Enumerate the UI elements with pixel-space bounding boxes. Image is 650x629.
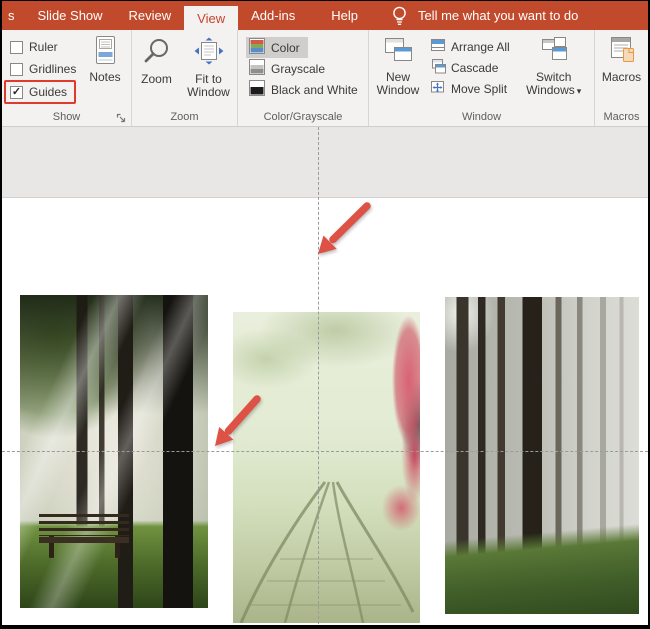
ribbon-view-tab-contents: Ruler Gridlines ✓ Guides Notes Show Zoom… — [2, 30, 648, 127]
new-window-button[interactable]: New Window — [374, 30, 422, 97]
guides-checkbox-box[interactable]: ✓ — [10, 85, 23, 99]
show-checkbox-column: Ruler Gridlines ✓ Guides — [4, 36, 77, 104]
black-and-white-icon — [249, 80, 265, 99]
grayscale-button-label: Grayscale — [271, 61, 326, 76]
color-button-label: Color — [271, 40, 300, 55]
ruler-label: Ruler — [29, 40, 58, 54]
guides-checkmark: ✓ — [11, 85, 22, 98]
fit-to-window-icon — [193, 37, 225, 70]
arrange-all-icon — [430, 37, 446, 56]
black-and-white-button[interactable]: Black and White — [246, 79, 366, 100]
lightbulb-icon — [391, 1, 408, 30]
ruler-checkbox-box[interactable] — [10, 40, 23, 54]
guides-checkbox[interactable]: ✓ Guides — [10, 82, 68, 102]
ribbon-group-zoom: Zoom Fit to Window Zoom — [132, 30, 238, 126]
grayscale-icon — [249, 59, 265, 78]
zoom-button[interactable]: Zoom — [134, 32, 180, 86]
ribbon-group-window: New Window Arrange All Cascade Move Spli… — [369, 30, 595, 126]
zoom-magnifier-icon — [142, 37, 172, 70]
new-window-icon — [382, 35, 414, 68]
horizontal-guide[interactable] — [2, 451, 648, 452]
tab-slide-show[interactable]: Slide Show — [25, 1, 116, 30]
switch-windows-icon — [538, 35, 570, 68]
slide-canvas — [2, 127, 648, 625]
ribbon-tab-bar: s Slide Show Review View Add-ins Help Te… — [2, 1, 648, 30]
tell-me-box[interactable]: Tell me what you want to do — [408, 1, 588, 30]
tab-view[interactable]: View — [184, 6, 239, 30]
group-label-zoom: Zoom — [170, 111, 199, 123]
railway-tracks — [239, 481, 415, 623]
black-and-white-button-label: Black and White — [271, 82, 358, 97]
app-frame: s Slide Show Review View Add-ins Help Te… — [2, 1, 648, 625]
gridlines-checkbox-box[interactable] — [10, 62, 23, 76]
move-split-label: Move Split — [451, 81, 508, 96]
new-window-label-line2: Window — [376, 83, 420, 97]
canvas-top-margin — [2, 127, 648, 198]
fit-to-window-button[interactable]: Fit to Window — [182, 32, 236, 99]
guides-label: Guides — [29, 85, 68, 99]
move-split-button[interactable]: Move Split — [430, 78, 510, 99]
cascade-label: Cascade — [451, 60, 499, 75]
ruler-checkbox[interactable]: Ruler — [10, 36, 76, 58]
cascade-button[interactable]: Cascade — [430, 57, 510, 78]
notes-button-label: Notes — [89, 70, 121, 84]
guides-highlight-box: ✓ Guides — [4, 80, 77, 104]
ribbon-group-show: Ruler Gridlines ✓ Guides Notes Show — [2, 30, 132, 126]
ribbon-group-macros: Macros Macros — [595, 30, 648, 126]
arrange-all-label: Arrange All — [451, 39, 510, 54]
ribbon-group-color-grayscale: Color Grayscale Black and White Color/Gr… — [238, 30, 369, 126]
switch-windows-button[interactable]: Switch Windows ▾ — [520, 30, 588, 98]
macros-icon — [607, 35, 637, 68]
group-label-macros: Macros — [603, 111, 640, 123]
tab-add-ins[interactable]: Add-ins — [238, 1, 308, 30]
notes-icon — [91, 35, 119, 68]
misty-railway-photo[interactable] — [233, 312, 420, 623]
fit-to-window-label-line2: Window — [187, 85, 230, 99]
foggy-pines-photo[interactable] — [445, 297, 639, 614]
color-grayscale-list: Color Grayscale Black and White — [246, 37, 366, 100]
grayscale-button[interactable]: Grayscale — [246, 58, 333, 79]
tab-partial[interactable]: s — [2, 1, 25, 30]
switch-windows-label-line2: Windows ▾ — [526, 83, 582, 97]
park-bench — [38, 514, 130, 558]
arrange-all-button[interactable]: Arrange All — [430, 36, 510, 57]
move-split-icon — [430, 79, 446, 98]
notes-button[interactable]: Notes — [82, 30, 128, 84]
group-label-show: Show — [52, 111, 81, 123]
dropdown-caret-icon: ▾ — [576, 86, 582, 96]
powerpoint-window: s Slide Show Review View Add-ins Help Te… — [0, 0, 650, 629]
macros-button-label: Macros — [601, 70, 642, 84]
gridlines-checkbox[interactable]: Gridlines — [10, 58, 76, 80]
cascade-icon — [430, 58, 446, 77]
tab-review[interactable]: Review — [116, 1, 185, 30]
tab-help[interactable]: Help — [318, 1, 371, 30]
group-label-color-grayscale: Color/Grayscale — [263, 111, 343, 123]
red-arrow-upper — [318, 202, 371, 254]
color-button[interactable]: Color — [246, 37, 308, 58]
zoom-button-label: Zoom — [141, 72, 172, 86]
group-label-window: Window — [461, 111, 502, 123]
color-icon — [249, 38, 265, 57]
gridlines-label: Gridlines — [29, 62, 77, 76]
red-arrow-lower — [215, 395, 261, 446]
window-small-buttons: Arrange All Cascade Move Split — [430, 36, 510, 99]
